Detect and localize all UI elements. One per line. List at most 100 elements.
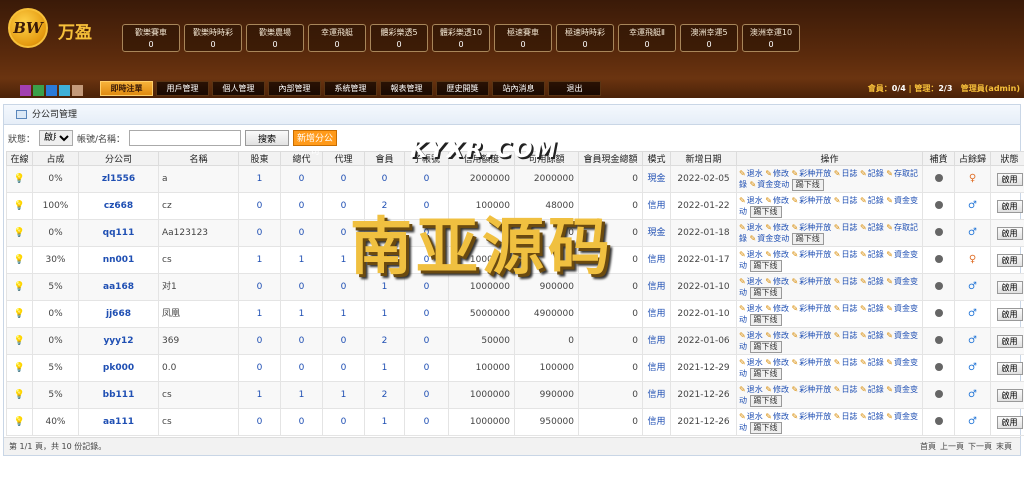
sub-account-count[interactable]: 0 (404, 381, 449, 409)
op-link[interactable]: 退水 (739, 250, 763, 259)
op-link[interactable]: 記錄 (860, 250, 884, 259)
shareholder-count[interactable]: 1 (238, 246, 281, 274)
male-icon[interactable]: ♂ (968, 389, 977, 400)
enable-button[interactable]: 啟用 (996, 226, 1023, 240)
op-link[interactable]: 日誌 (834, 358, 858, 367)
female-icon[interactable]: ♀ (969, 254, 976, 265)
nav-item-3[interactable]: 內部管理 (268, 81, 321, 96)
member-count[interactable]: 2 (364, 381, 405, 409)
enable-button[interactable]: 啟用 (996, 415, 1023, 429)
settings-icon[interactable] (934, 254, 943, 263)
general-agent-count[interactable]: 0 (280, 165, 323, 193)
game-tab-3[interactable]: 幸運飛艇 0 (308, 24, 366, 52)
agent-count[interactable]: 0 (322, 408, 365, 436)
op-link[interactable]: 修改 (765, 304, 789, 313)
shareholder-count[interactable]: 0 (238, 327, 281, 355)
theme-swatch-1[interactable] (33, 85, 44, 96)
branch-code-link[interactable]: yyy12 (78, 327, 159, 355)
op-link[interactable]: 記錄 (860, 331, 884, 340)
op-link[interactable]: 彩种开放 (792, 331, 832, 340)
male-icon[interactable]: ♂ (968, 416, 977, 427)
general-agent-count[interactable]: 1 (280, 300, 323, 328)
op-link[interactable]: 彩种开放 (792, 385, 832, 394)
shareholder-count[interactable]: 0 (238, 219, 281, 247)
op-link[interactable]: 日誌 (834, 412, 858, 421)
game-tab-4[interactable]: 體彩樂透5 0 (370, 24, 428, 52)
sub-account-count[interactable]: 0 (404, 273, 449, 301)
female-icon[interactable]: ♀ (969, 173, 976, 184)
op-link[interactable]: 資金变动 (750, 180, 790, 189)
branch-code-link[interactable]: pk000 (78, 354, 159, 382)
sub-account-count[interactable]: 0 (404, 165, 449, 193)
game-tab-7[interactable]: 極速時時彩 0 (556, 24, 614, 52)
sub-account-count[interactable]: 0 (404, 192, 449, 220)
settings-icon[interactable] (934, 335, 943, 344)
sub-account-count[interactable]: 0 (404, 219, 449, 247)
male-icon[interactable]: ♂ (968, 227, 977, 238)
agent-count[interactable]: 0 (322, 354, 365, 382)
theme-swatch-0[interactable] (20, 85, 31, 96)
pager-link-0[interactable]: 首頁 (920, 442, 936, 451)
op-link[interactable]: 退水 (739, 277, 763, 286)
enable-button[interactable]: 啟用 (996, 253, 1023, 267)
op-link[interactable]: 彩种开放 (792, 169, 832, 178)
general-agent-count[interactable]: 0 (280, 219, 323, 247)
op-link[interactable]: 修改 (765, 223, 789, 232)
op-link[interactable]: 日誌 (834, 250, 858, 259)
kick-offline-button[interactable]: 踢下线 (749, 286, 782, 299)
nav-item-6[interactable]: 歷史開獎 (436, 81, 489, 96)
op-link[interactable]: 修改 (765, 358, 789, 367)
add-branch-button[interactable]: 新增分公司 (293, 130, 338, 156)
member-count[interactable]: 1 (364, 408, 405, 436)
op-link[interactable]: 日誌 (834, 304, 858, 313)
settings-icon[interactable] (934, 173, 943, 182)
kick-offline-button[interactable]: 踢下线 (749, 313, 782, 326)
game-tab-8[interactable]: 幸運飛艇Ⅱ 0 (618, 24, 676, 52)
nav-item-1[interactable]: 用戶管理 (156, 81, 209, 96)
nav-item-2[interactable]: 個人管理 (212, 81, 265, 96)
theme-swatch-4[interactable] (72, 85, 83, 96)
settings-icon[interactable] (934, 362, 943, 371)
general-agent-count[interactable]: 0 (280, 408, 323, 436)
op-link[interactable]: 退水 (739, 196, 763, 205)
nav-item-0[interactable]: 即時注單 (100, 81, 153, 96)
male-icon[interactable]: ♂ (968, 335, 977, 346)
agent-count[interactable]: 0 (322, 327, 365, 355)
member-count[interactable]: 0 (364, 165, 405, 193)
kick-offline-button[interactable]: 踢下线 (749, 340, 782, 353)
game-tab-1[interactable]: 歡樂時時彩 0 (184, 24, 242, 52)
nav-item-7[interactable]: 站內消息 (492, 81, 545, 96)
general-agent-count[interactable]: 0 (280, 354, 323, 382)
pager-link-1[interactable]: 上一頁 (940, 442, 964, 451)
game-tab-10[interactable]: 澳洲幸運10 0 (742, 24, 800, 52)
male-icon[interactable]: ♂ (968, 200, 977, 211)
enable-button[interactable]: 啟用 (996, 307, 1023, 321)
op-link[interactable]: 修改 (765, 412, 789, 421)
op-link[interactable]: 修改 (765, 331, 789, 340)
sub-account-count[interactable]: 0 (404, 354, 449, 382)
op-link[interactable]: 日誌 (834, 331, 858, 340)
shareholder-count[interactable]: 1 (238, 381, 281, 409)
kick-offline-button[interactable]: 踢下线 (749, 205, 782, 218)
branch-code-link[interactable]: qq111 (78, 219, 159, 247)
op-link[interactable]: 退水 (739, 169, 763, 178)
op-link[interactable]: 退水 (739, 304, 763, 313)
enable-button[interactable]: 啟用 (996, 361, 1023, 375)
op-link[interactable]: 修改 (765, 250, 789, 259)
game-tab-5[interactable]: 體彩樂透10 0 (432, 24, 490, 52)
kick-offline-button[interactable]: 踢下线 (749, 394, 782, 407)
general-agent-count[interactable]: 0 (280, 327, 323, 355)
op-link[interactable]: 修改 (765, 277, 789, 286)
agent-count[interactable]: 1 (322, 300, 365, 328)
member-count[interactable]: 2 (364, 192, 405, 220)
settings-icon[interactable] (934, 281, 943, 290)
game-tab-2[interactable]: 歡樂農場 0 (246, 24, 304, 52)
general-agent-count[interactable]: 1 (280, 246, 323, 274)
op-link[interactable]: 退水 (739, 358, 763, 367)
op-link[interactable]: 彩种开放 (792, 223, 832, 232)
op-link[interactable]: 記錄 (860, 169, 884, 178)
branch-code-link[interactable]: nn001 (78, 246, 159, 274)
op-link[interactable]: 修改 (765, 169, 789, 178)
status-select[interactable]: 啟用 (39, 130, 74, 146)
agent-count[interactable]: 0 (322, 273, 365, 301)
